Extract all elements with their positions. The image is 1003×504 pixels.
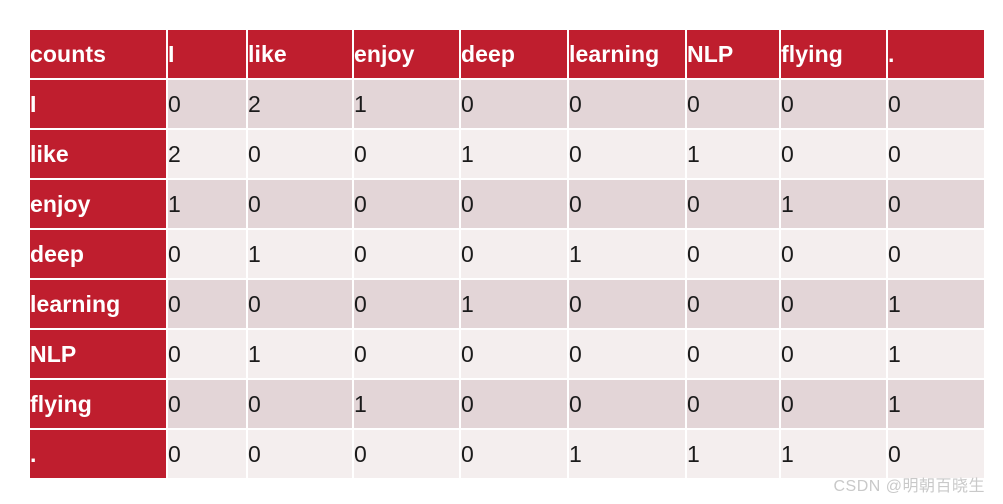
cell-7-6: 1 xyxy=(781,430,886,478)
table-row: learning 0 0 0 1 0 0 0 1 xyxy=(30,280,984,328)
row-header-6: flying xyxy=(30,380,166,428)
cell-0-1: 2 xyxy=(248,80,352,128)
cell-6-2: 1 xyxy=(354,380,459,428)
cell-0-7: 0 xyxy=(888,80,984,128)
cell-2-0: 1 xyxy=(168,180,246,228)
table-row: . 0 0 0 0 1 1 1 0 xyxy=(30,430,984,478)
cell-7-0: 0 xyxy=(168,430,246,478)
column-header-6: flying xyxy=(781,30,886,78)
cooccurrence-count-table: counts I like enjoy deep learning NLP fl… xyxy=(28,28,986,480)
cell-7-1: 0 xyxy=(248,430,352,478)
table-row: enjoy 1 0 0 0 0 0 1 0 xyxy=(30,180,984,228)
cell-0-4: 0 xyxy=(569,80,685,128)
table-corner-label: counts xyxy=(30,30,166,78)
column-header-0: I xyxy=(168,30,246,78)
cell-0-5: 0 xyxy=(687,80,779,128)
cell-5-1: 1 xyxy=(248,330,352,378)
row-header-7: . xyxy=(30,430,166,478)
cell-6-0: 0 xyxy=(168,380,246,428)
cell-6-1: 0 xyxy=(248,380,352,428)
cell-3-0: 0 xyxy=(168,230,246,278)
cell-6-4: 0 xyxy=(569,380,685,428)
cell-4-1: 0 xyxy=(248,280,352,328)
column-header-7: . xyxy=(888,30,984,78)
cell-3-6: 0 xyxy=(781,230,886,278)
cell-2-5: 0 xyxy=(687,180,779,228)
cell-3-2: 0 xyxy=(354,230,459,278)
cell-4-0: 0 xyxy=(168,280,246,328)
cell-4-3: 1 xyxy=(461,280,567,328)
row-header-4: learning xyxy=(30,280,166,328)
cell-1-4: 0 xyxy=(569,130,685,178)
cell-4-5: 0 xyxy=(687,280,779,328)
cell-5-0: 0 xyxy=(168,330,246,378)
cell-3-4: 1 xyxy=(569,230,685,278)
cell-0-0: 0 xyxy=(168,80,246,128)
column-header-5: NLP xyxy=(687,30,779,78)
row-header-3: deep xyxy=(30,230,166,278)
cell-7-3: 0 xyxy=(461,430,567,478)
column-header-2: enjoy xyxy=(354,30,459,78)
table-row: flying 0 0 1 0 0 0 0 1 xyxy=(30,380,984,428)
table-row: deep 0 1 0 0 1 0 0 0 xyxy=(30,230,984,278)
cell-3-3: 0 xyxy=(461,230,567,278)
cell-4-2: 0 xyxy=(354,280,459,328)
cell-3-1: 1 xyxy=(248,230,352,278)
cell-7-5: 1 xyxy=(687,430,779,478)
cell-1-1: 0 xyxy=(248,130,352,178)
cell-2-1: 0 xyxy=(248,180,352,228)
cell-3-5: 0 xyxy=(687,230,779,278)
cell-0-2: 1 xyxy=(354,80,459,128)
cell-2-6: 1 xyxy=(781,180,886,228)
cell-5-7: 1 xyxy=(888,330,984,378)
cell-2-7: 0 xyxy=(888,180,984,228)
cell-5-6: 0 xyxy=(781,330,886,378)
cell-6-7: 1 xyxy=(888,380,984,428)
cell-4-4: 0 xyxy=(569,280,685,328)
cell-4-7: 1 xyxy=(888,280,984,328)
cell-1-0: 2 xyxy=(168,130,246,178)
cell-5-3: 0 xyxy=(461,330,567,378)
cell-0-6: 0 xyxy=(781,80,886,128)
cell-1-6: 0 xyxy=(781,130,886,178)
cell-3-7: 0 xyxy=(888,230,984,278)
cell-5-4: 0 xyxy=(569,330,685,378)
table-row: like 2 0 0 1 0 1 0 0 xyxy=(30,130,984,178)
cooccurrence-matrix-page: counts I like enjoy deep learning NLP fl… xyxy=(0,0,1003,504)
table-row: NLP 0 1 0 0 0 0 0 1 xyxy=(30,330,984,378)
cell-1-5: 1 xyxy=(687,130,779,178)
cell-0-3: 0 xyxy=(461,80,567,128)
table-header-row: counts I like enjoy deep learning NLP fl… xyxy=(30,30,984,78)
column-header-4: learning xyxy=(569,30,685,78)
cell-1-2: 0 xyxy=(354,130,459,178)
table-row: I 0 2 1 0 0 0 0 0 xyxy=(30,80,984,128)
cell-7-4: 1 xyxy=(569,430,685,478)
cell-7-7: 0 xyxy=(888,430,984,478)
cell-1-7: 0 xyxy=(888,130,984,178)
cell-2-4: 0 xyxy=(569,180,685,228)
cell-2-3: 0 xyxy=(461,180,567,228)
cell-5-2: 0 xyxy=(354,330,459,378)
row-header-0: I xyxy=(30,80,166,128)
cell-7-2: 0 xyxy=(354,430,459,478)
csdn-watermark: CSDN @明朝百晓生 xyxy=(833,478,985,495)
column-header-1: like xyxy=(248,30,352,78)
row-header-5: NLP xyxy=(30,330,166,378)
cell-6-5: 0 xyxy=(687,380,779,428)
cell-4-6: 0 xyxy=(781,280,886,328)
row-header-2: enjoy xyxy=(30,180,166,228)
row-header-1: like xyxy=(30,130,166,178)
cell-6-3: 0 xyxy=(461,380,567,428)
column-header-3: deep xyxy=(461,30,567,78)
cell-1-3: 1 xyxy=(461,130,567,178)
cell-2-2: 0 xyxy=(354,180,459,228)
cell-6-6: 0 xyxy=(781,380,886,428)
cell-5-5: 0 xyxy=(687,330,779,378)
